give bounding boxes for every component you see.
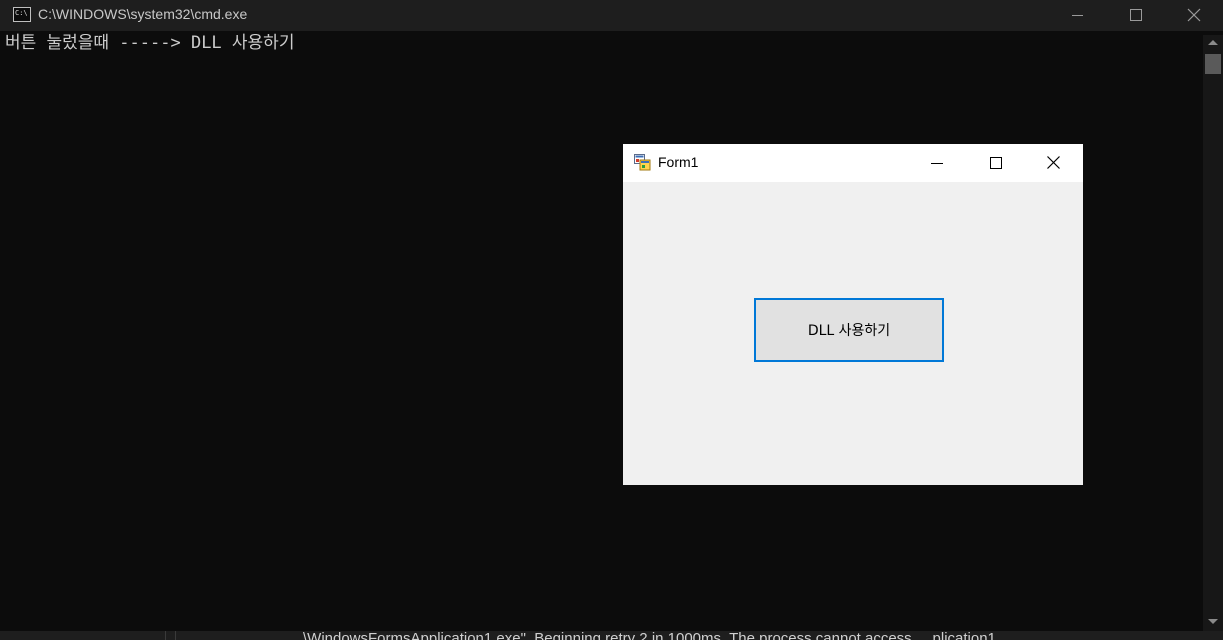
use-dll-button-label: DLL 사용하기 [807, 323, 891, 339]
form1-minimize-button[interactable] [908, 144, 966, 182]
console-close-button[interactable] [1165, 0, 1223, 31]
maximize-icon [1130, 9, 1142, 21]
console-maximize-button[interactable] [1107, 0, 1165, 31]
console-output-line: 버튼 눌렀을때 -----> DLL 사용하기 [5, 33, 295, 53]
scroll-down-arrow-icon[interactable] [1208, 619, 1218, 624]
form1-title: Form1 [658, 154, 699, 170]
form1-maximize-button[interactable] [966, 144, 1024, 182]
maximize-icon [990, 157, 1002, 169]
background-output-text: \WindowsFormsApplication1.exe". Beginnin… [303, 631, 996, 640]
console-app-icon: C:\ [13, 7, 31, 22]
panel-divider [175, 631, 176, 640]
form1-window: Form1 DLL 사용하기 [623, 144, 1083, 485]
console-scrollbar[interactable] [1203, 35, 1223, 631]
background-window-strip: \WindowsFormsApplication1.exe". Beginnin… [0, 631, 1223, 640]
panel-divider [165, 631, 166, 640]
form1-titlebar[interactable]: Form1 [623, 144, 1083, 182]
use-dll-button[interactable]: DLL 사용하기 [754, 298, 944, 362]
minimize-icon [931, 163, 943, 164]
console-window-title: C:\WINDOWS\system32\cmd.exe [38, 6, 248, 22]
scroll-up-arrow-icon[interactable] [1208, 40, 1218, 45]
console-titlebar[interactable]: C:\ C:\WINDOWS\system32\cmd.exe [0, 0, 1223, 31]
minimize-icon [1072, 15, 1083, 16]
console-minimize-button[interactable] [1049, 0, 1107, 31]
scrollbar-thumb[interactable] [1205, 54, 1221, 74]
winforms-app-icon [634, 154, 651, 171]
form1-close-button[interactable] [1024, 144, 1082, 182]
close-icon [1187, 8, 1201, 22]
close-icon [1047, 156, 1060, 169]
